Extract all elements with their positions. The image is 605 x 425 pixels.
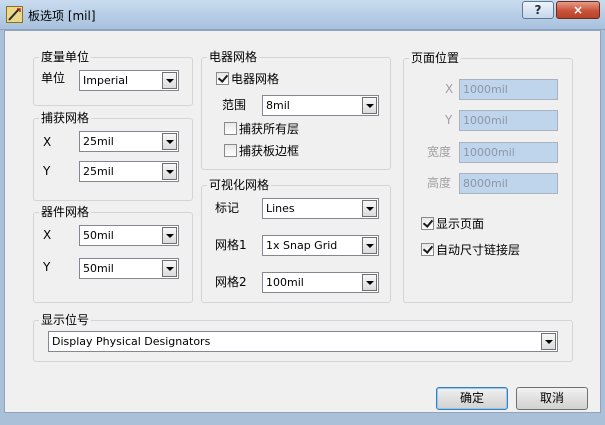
snap-board-outline-label: 捕获板边框 [239,144,300,158]
snap-y-label: Y [43,164,51,178]
page-x-field[interactable] [459,79,558,100]
electrical-grid-label: 电器网格 [231,72,280,86]
snap-y-value: 25mil [83,165,114,178]
page-y-field[interactable] [459,110,558,131]
measurement-unit-title: 度量单位 [39,50,92,65]
unit-label: 单位 [41,71,66,85]
marker-value: Lines [266,202,295,215]
grid1-label: 网格1 [215,238,247,252]
chevron-down-icon[interactable] [362,200,377,217]
range-label: 范围 [222,98,247,112]
page-height-input[interactable] [460,174,557,193]
page-position-title: 页面位置 [409,51,462,66]
auto-size-label: 自动尺寸链接层 [436,243,521,257]
show-page-checkbox[interactable]: 显示页面 [421,217,484,232]
cancel-button[interactable]: 取消 [516,387,588,410]
page-width-input[interactable] [460,143,557,162]
snap-grid-title: 捕获网格 [39,111,92,126]
snap-x-value: 25mil [83,135,114,148]
snap-all-layers-label: 捕获所有层 [239,122,300,136]
window-title: 板选项 [mil] [28,9,96,23]
component-y-select[interactable]: 50mil [79,258,179,279]
designator-display-title: 显示位号 [39,313,92,328]
page-x-input[interactable] [460,80,557,99]
page-height-field[interactable] [459,173,558,194]
measurement-unit-group: 度量单位 单位 Imperial [33,50,193,106]
electrical-grid-group: 电器网格 电器网格 范围 8mil 捕获所有层 捕获板边框 [201,50,391,170]
component-grid-group: 器件网格 X 50mil Y 50mil [33,205,193,303]
auto-size-checkbox[interactable]: 自动尺寸链接层 [421,243,520,258]
dialog-body: 度量单位 单位 Imperial 捕获网格 X 25mil Y 25mil 器件… [4,30,601,413]
grid2-label: 网格2 [215,275,247,289]
chevron-down-icon[interactable] [362,237,377,254]
checkbox-checked-icon[interactable] [421,243,434,256]
designator-display-group: 显示位号 Display Physical Designators [33,313,573,362]
page-y-label: Y [445,113,453,127]
checkbox-checked-icon[interactable] [216,72,229,85]
chevron-down-icon[interactable] [362,97,377,114]
visible-grid-title: 可视化网格 [207,178,272,193]
electrical-grid-title: 电器网格 [207,50,260,65]
close-button[interactable]: × [556,1,600,19]
show-page-label: 显示页面 [436,217,485,231]
checkbox-unchecked-icon[interactable] [224,122,237,135]
title-bar[interactable]: 板选项 [mil] ? × [0,0,605,30]
ok-button[interactable]: 确定 [436,387,508,410]
chevron-down-icon[interactable] [162,163,177,180]
chevron-down-icon[interactable] [162,72,177,89]
marker-label: 标记 [215,201,240,215]
checkbox-checked-icon[interactable] [421,217,434,230]
component-grid-title: 器件网格 [39,205,92,220]
snap-grid-group: 捕获网格 X 25mil Y 25mil [33,111,193,201]
marker-select[interactable]: Lines [262,198,379,219]
chevron-down-icon[interactable] [162,260,177,277]
snap-x-select[interactable]: 25mil [79,131,179,152]
component-x-label: X [43,228,52,242]
unit-select[interactable]: Imperial [79,70,179,91]
electrical-grid-checkbox[interactable]: 电器网格 [216,72,279,87]
component-y-value: 50mil [83,262,114,275]
grid2-value: 100mil [266,276,304,289]
snap-y-select[interactable]: 25mil [79,161,179,182]
snap-board-outline-checkbox[interactable]: 捕获板边框 [224,144,299,159]
designator-display-value: Display Physical Designators [52,335,211,348]
component-x-select[interactable]: 50mil [79,225,179,246]
component-y-label: Y [43,260,51,274]
page-position-group: 页面位置 X Y 宽度 高度 显示页面 自动尺寸链接层 [403,51,573,303]
page-width-label: 宽度 [427,145,452,159]
page-x-label: X [445,82,454,96]
checkbox-unchecked-icon[interactable] [224,144,237,157]
chevron-down-icon[interactable] [362,274,377,291]
page-height-label: 高度 [427,176,452,190]
grid2-select[interactable]: 100mil [262,272,379,293]
range-select[interactable]: 8mil [262,95,379,116]
component-x-value: 50mil [83,229,114,242]
visible-grid-group: 可视化网格 标记 Lines 网格1 1x Snap Grid 网格2 100m… [201,178,391,303]
designator-display-select[interactable]: Display Physical Designators [48,331,558,352]
snap-all-layers-checkbox[interactable]: 捕获所有层 [224,122,299,137]
pcb-app-icon [6,6,23,23]
chevron-down-icon[interactable] [162,133,177,150]
chevron-down-icon[interactable] [162,227,177,244]
page-y-input[interactable] [460,111,557,130]
snap-x-label: X [43,135,52,149]
unit-value: Imperial [83,74,129,87]
range-value: 8mil [266,99,290,112]
grid1-value: 1x Snap Grid [266,239,338,252]
grid1-select[interactable]: 1x Snap Grid [262,235,379,256]
page-width-field[interactable] [459,142,558,163]
chevron-down-icon[interactable] [541,333,556,350]
help-button[interactable]: ? [522,1,554,19]
